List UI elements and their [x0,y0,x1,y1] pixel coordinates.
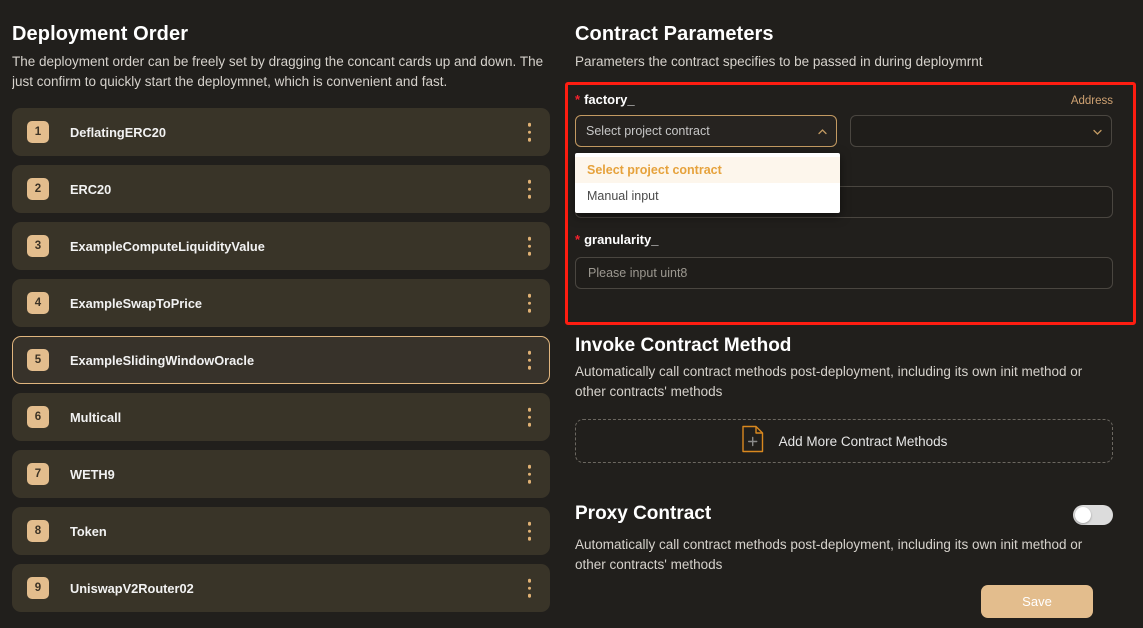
order-badge: 1 [27,121,49,143]
add-more-contract-methods-label: Add More Contract Methods [779,434,948,449]
granularity-input[interactable]: Please input uint8 [575,257,1113,289]
card-menu-icon[interactable] [528,579,532,598]
address-label: Address [1071,95,1113,107]
card-menu-icon[interactable] [528,180,532,199]
order-badge: 3 [27,235,49,257]
contract-name: ExampleComputeLiquidityValue [70,239,265,254]
project-contract-dropdown-menu[interactable]: Select project contract Manual input [575,153,840,213]
card-menu-icon[interactable] [528,294,532,313]
order-badge: 6 [27,406,49,428]
deployment-order-title: Deployment Order [12,22,550,46]
order-badge: 2 [27,178,49,200]
deployment-card-1[interactable]: 1 DeflatingERC20 [12,108,550,156]
contract-name: DeflatingERC20 [70,125,166,140]
deployment-order-list: 1 DeflatingERC20 2 ERC20 3 ExampleComput… [12,108,550,612]
order-badge: 4 [27,292,49,314]
deployment-card-9[interactable]: 9 UniswapV2Router02 [12,564,550,612]
deployment-card-3[interactable]: 3 ExampleComputeLiquidityValue [12,222,550,270]
address-select[interactable] [850,115,1112,147]
contract-name: ExampleSwapToPrice [70,296,202,311]
save-button[interactable]: Save [981,585,1093,618]
contract-name: ExampleSlidingWindowOracle [70,353,254,368]
project-contract-select-value: Select project contract [586,124,710,138]
contract-name: WETH9 [70,467,115,482]
toggle-knob [1075,507,1091,523]
invoke-description: Automatically call contract methods post… [575,362,1113,402]
deployment-config-page: Deployment Order The deployment order ca… [0,0,1143,628]
required-asterisk: * [575,92,580,107]
order-badge: 8 [27,520,49,542]
card-menu-icon[interactable] [528,408,532,427]
proxy-contract-toggle[interactable] [1073,505,1113,525]
deployment-card-2[interactable]: 2 ERC20 [12,165,550,213]
deployment-card-8[interactable]: 8 Token [12,507,550,555]
contract-name: Multicall [70,410,121,425]
dropdown-option-manual-input[interactable]: Manual input [575,183,840,209]
card-menu-icon[interactable] [528,522,532,541]
proxy-header: Proxy Contract [575,503,1113,530]
deployment-card-6[interactable]: 6 Multicall [12,393,550,441]
contract-parameters-description: Parameters the contract specifies to be … [575,52,1131,72]
card-menu-icon[interactable] [528,465,532,484]
add-more-contract-methods-button[interactable]: Add More Contract Methods [575,419,1113,463]
factory-label: *factory_ [575,92,635,107]
file-plus-icon [741,425,765,458]
deployment-card-5[interactable]: 5 ExampleSlidingWindowOracle [12,336,550,384]
dropdown-option-select-project-contract[interactable]: Select project contract [575,157,840,183]
factory-inputs-row: Select project contract [575,115,1113,147]
proxy-contract-section: Proxy Contract Automatically call contra… [575,503,1113,575]
contract-name: ERC20 [70,182,111,197]
contract-parameters-title: Contract Parameters [575,22,1131,46]
card-menu-icon[interactable] [528,351,532,370]
invoke-contract-method-section: Invoke Contract Method Automatically cal… [575,335,1113,463]
contract-name: Token [70,524,107,539]
deployment-order-description: The deployment order can be freely set b… [12,52,550,92]
chevron-up-icon [817,127,826,136]
invoke-title: Invoke Contract Method [575,335,1113,357]
project-contract-select[interactable]: Select project contract [575,115,837,147]
card-menu-icon[interactable] [528,123,532,142]
order-badge: 7 [27,463,49,485]
required-asterisk: * [575,232,580,247]
proxy-description: Automatically call contract methods post… [575,535,1113,575]
card-menu-icon[interactable] [528,237,532,256]
granularity-label: *granularity_ [575,232,658,247]
contract-name: UniswapV2Router02 [70,581,194,596]
order-badge: 5 [27,349,49,371]
order-badge: 9 [27,577,49,599]
chevron-down-icon [1092,127,1101,136]
proxy-title: Proxy Contract [575,503,711,525]
contract-parameters-header: Contract Parameters Parameters the contr… [575,22,1131,72]
granularity-placeholder: Please input uint8 [588,266,687,280]
deployment-order-panel: Deployment Order The deployment order ca… [12,22,550,628]
factory-field-labels: *factory_ Address [575,92,1113,107]
deployment-card-7[interactable]: 7 WETH9 [12,450,550,498]
deployment-card-4[interactable]: 4 ExampleSwapToPrice [12,279,550,327]
granularity-field: *granularity_ Please input uint8 [575,231,1113,289]
